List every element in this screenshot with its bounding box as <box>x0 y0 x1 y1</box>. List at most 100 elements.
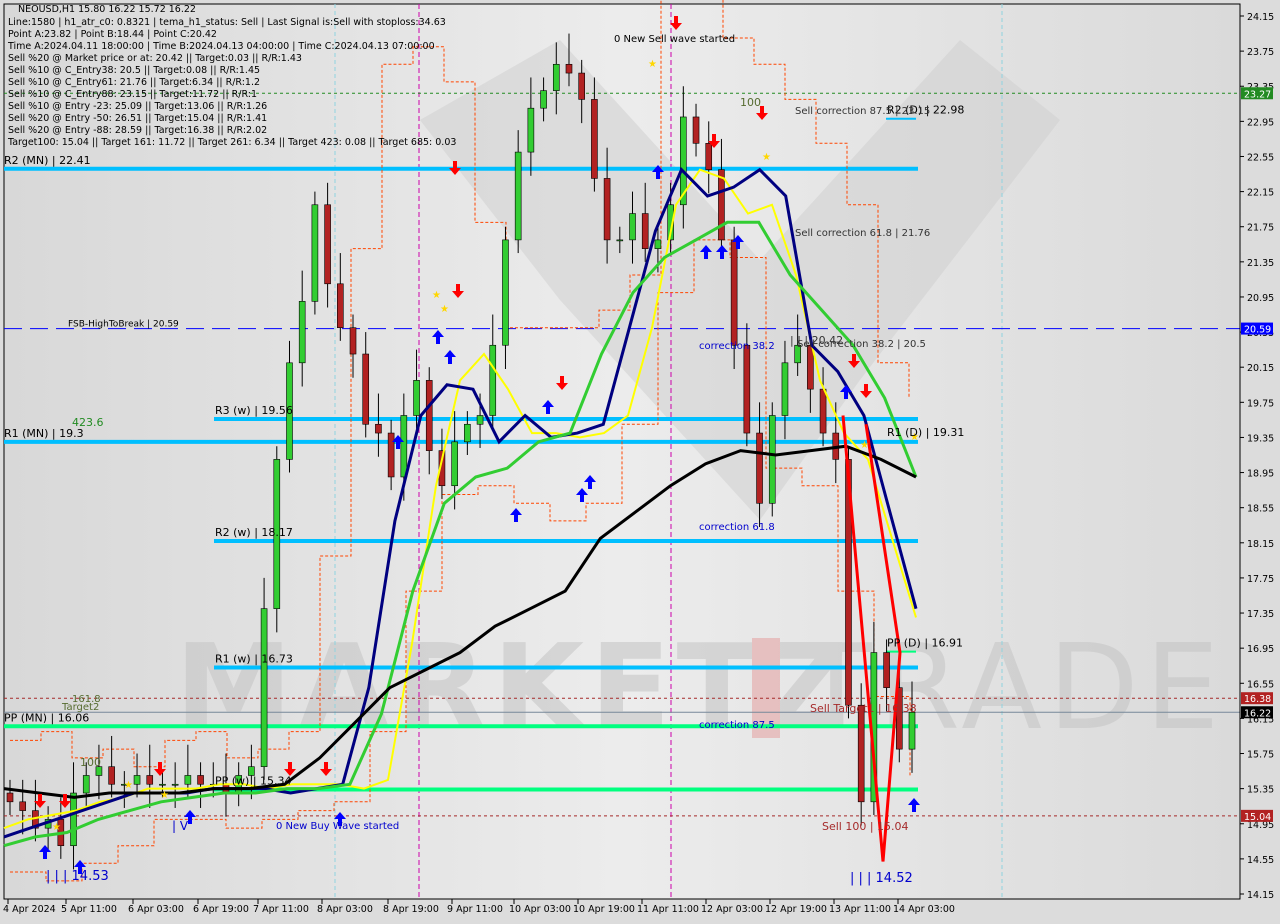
x-tick-label: 10 Apr 03:00 <box>509 904 571 915</box>
pivot-level-label: PP (w) | 15.34 <box>215 775 292 788</box>
bull-candle <box>908 711 916 750</box>
star-icon: ★ <box>860 440 869 451</box>
bear-candle <box>692 116 700 144</box>
bear-candle <box>146 775 154 785</box>
bear-candle <box>730 239 738 346</box>
y-tick-label: 20.15 <box>1247 363 1274 374</box>
bull-candle <box>82 775 90 794</box>
y-tick-label: 16.55 <box>1247 679 1274 690</box>
pivot-level-label: R1 (D) | 19.31 <box>887 426 964 439</box>
bear-candle <box>819 388 827 434</box>
y-tick-label: 20.95 <box>1247 293 1274 304</box>
y-tick-label: 18.55 <box>1247 504 1274 515</box>
bull-candle <box>654 239 662 249</box>
y-tick-label: 15.75 <box>1247 750 1274 761</box>
bull-candle <box>311 204 319 302</box>
y-tick-label: 21.35 <box>1247 258 1274 269</box>
x-tick-label: 9 Apr 11:00 <box>447 904 503 915</box>
chart-title: NEOUSD,H1 15.80 16.22 15.72 16.22 <box>18 4 196 15</box>
star-icon: ★ <box>440 304 449 315</box>
bear-candle <box>705 143 713 170</box>
bear-candle <box>197 775 204 785</box>
bull-candle <box>489 344 497 416</box>
chart-annotation: | | | 14.52 <box>850 871 913 886</box>
pivot-level-label: PP (MN) | 16.06 <box>4 711 89 724</box>
bull-candle <box>159 783 166 786</box>
x-tick-label: 12 Apr 03:00 <box>701 904 763 915</box>
bear-candle <box>6 792 14 803</box>
bear-candle <box>591 99 598 179</box>
y-tick-label: 22.55 <box>1247 152 1274 163</box>
bear-candle <box>362 353 370 425</box>
bear-candle <box>565 63 573 74</box>
pivot-level-label: R3 (w) | 19.56 <box>215 404 293 417</box>
bull-candle <box>171 783 179 786</box>
x-tick-label: 11 Apr 11:00 <box>637 904 699 915</box>
bull-candle <box>298 301 306 364</box>
bear-candle <box>718 169 725 241</box>
dashed-level-label: Sell Target1 | 16.38 <box>810 702 917 715</box>
chart-annotation: correction 61.8 <box>699 522 775 533</box>
bear-candle <box>349 327 357 355</box>
bull-candle <box>451 441 458 487</box>
price-badge-label: 16.22 <box>1244 708 1271 719</box>
star-icon: ★ <box>52 822 61 833</box>
pivot-level-label: PP (D) | 16.91 <box>887 637 963 650</box>
bull-candle <box>464 423 471 443</box>
bull-candle <box>184 775 192 785</box>
pivot-level-label: R2 (MN) | 22.41 <box>4 154 91 167</box>
chart-frame: MARKETZ TRADE ★ ★ ★ ★ ★ ★ ★ ★ ★ R2 (MN) | 22.41 R… <box>0 0 1280 920</box>
bear-candle <box>375 423 382 434</box>
chart-annotation: 423.6 <box>72 416 104 429</box>
x-tick-label: 5 Apr 11:00 <box>61 904 117 915</box>
bull-candle <box>70 792 77 847</box>
chart-annotation: | | | 14.53 <box>46 869 109 884</box>
info-line: Sell %10 @ C_Entry88: 23.15 || Target:11… <box>8 89 258 100</box>
price-badge-label: 20.59 <box>1244 325 1271 336</box>
bull-candle <box>514 151 522 241</box>
x-tick-label: 7 Apr 11:00 <box>253 904 309 915</box>
bear-candle <box>337 283 344 328</box>
y-tick-label: 22.15 <box>1247 188 1274 199</box>
y-tick-label: 16.95 <box>1247 644 1274 655</box>
x-tick-label: 8 Apr 03:00 <box>317 904 373 915</box>
bull-candle <box>413 380 420 416</box>
chart-annotation: 0 New Sell wave started <box>614 34 735 45</box>
y-tick-label: 18.95 <box>1247 469 1274 480</box>
pivot-level-label: R2 (w) | 18.17 <box>215 526 293 539</box>
x-tick-label: 8 Apr 19:00 <box>383 904 439 915</box>
star-icon: ★ <box>124 780 133 791</box>
bear-candle <box>883 652 890 688</box>
bear-candle <box>756 432 763 504</box>
x-tick-label: 6 Apr 03:00 <box>128 904 184 915</box>
y-tick-label: 19.75 <box>1247 398 1274 409</box>
x-tick-label: 14 Apr 03:00 <box>893 904 955 915</box>
info-line: Point A:23.82 | Point B:18.44 | Point C:… <box>8 29 217 40</box>
bear-candle <box>19 801 27 811</box>
bull-candle <box>133 775 141 785</box>
bull-candle <box>768 415 776 504</box>
y-tick-label: 21.75 <box>1247 223 1274 234</box>
y-tick-label: 14.55 <box>1247 855 1274 866</box>
star-icon: ★ <box>762 152 771 163</box>
x-tick-label: 12 Apr 19:00 <box>765 904 827 915</box>
bull-candle <box>400 415 408 478</box>
bull-candle <box>781 362 789 416</box>
chart-annotation: Sell correction 87.5 | 23.15 <box>795 106 930 117</box>
bull-candle <box>552 63 560 91</box>
info-line: Line:1580 | h1_atr_c0: 0.8321 | tema_h1_… <box>8 17 446 28</box>
bull-candle <box>616 239 624 242</box>
bear-candle <box>578 72 585 100</box>
chart-annotation: | | | 20.42 <box>790 334 843 347</box>
star-icon: ★ <box>160 790 169 801</box>
bear-candle <box>324 204 331 285</box>
bear-candle <box>603 178 611 241</box>
chart-annotation: correction 38.2 <box>699 341 775 352</box>
bull-candle <box>527 107 535 153</box>
x-tick-label: 6 Apr 19:00 <box>193 904 249 915</box>
bear-candle <box>425 380 433 451</box>
chart-annotation: | V <box>172 819 189 833</box>
bull-candle <box>260 608 268 767</box>
y-tick-label: 24.15 <box>1247 12 1274 23</box>
info-line: Target100: 15.04 || Target 161: 11.72 ||… <box>8 137 457 148</box>
